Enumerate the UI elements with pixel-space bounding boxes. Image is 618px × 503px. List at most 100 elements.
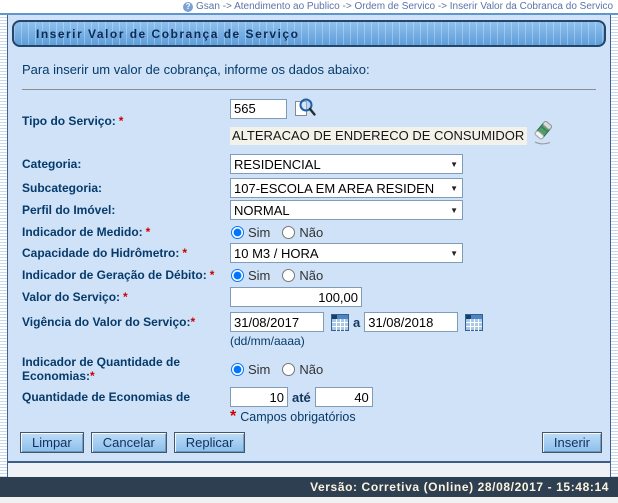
valor-servico-row: Valor do Serviço:* [22, 287, 610, 307]
indicador-medido-sim-label[interactable]: Sim [248, 225, 270, 240]
help-icon[interactable]: ? [183, 2, 193, 12]
categoria-label-text: Categoria: [22, 157, 81, 171]
indicador-geracao-debito-nao-label[interactable]: Não [299, 268, 323, 283]
valor-servico-label-text: Valor do Serviço: [22, 290, 120, 304]
subcategoria-select-value: 107-ESCOLA EM AREA RESIDEN [234, 181, 446, 196]
capacidade-hidrometro-row: Capacidade do Hidrômetro:* 10 M3 / HORA … [22, 243, 610, 263]
indicador-qtd-economias-label-text: Indicador de Quantidade de Economias: [22, 355, 180, 383]
breadcrumb-bar: ? Gsan -> Atendimento ao Publico -> Orde… [0, 0, 618, 13]
calendar-icon[interactable] [331, 314, 349, 331]
left-border-decoration [0, 15, 8, 477]
indicador-qtd-economias-nao-label[interactable]: Não [299, 362, 323, 377]
perfil-imovel-row: Perfil do Imóvel: NORMAL ▼ [22, 200, 610, 220]
vigencia-label-text: Vigência do Valor do Serviço: [22, 315, 191, 329]
page: ? Gsan -> Atendimento ao Publico -> Orde… [0, 0, 618, 503]
instructions-text: Para inserir um valor de cobrança, infor… [22, 62, 610, 77]
chevron-down-icon: ▼ [450, 249, 458, 258]
perfil-imovel-label: Perfil do Imóvel: [22, 203, 230, 217]
indicador-geracao-debito-sim-label[interactable]: Sim [248, 268, 270, 283]
economias-ate-input[interactable] [315, 387, 373, 407]
tipo-servico-fields: ALTERACAO DE ENDERECO DE CONSUMIDOR [230, 96, 555, 145]
required-asterisk: * [119, 114, 124, 128]
indicador-qtd-economias-sim-label[interactable]: Sim [248, 362, 270, 377]
tipo-servico-description: ALTERACAO DE ENDERECO DE CONSUMIDOR [230, 127, 527, 145]
qty-range-separator: até [292, 390, 311, 405]
required-asterisk: * [146, 225, 151, 239]
indicador-geracao-debito-nao-radio[interactable] [282, 269, 295, 282]
categoria-select-value: RESIDENCIAL [234, 157, 446, 172]
limpar-button[interactable]: Limpar [20, 432, 84, 453]
perfil-imovel-select-value: NORMAL [234, 203, 446, 218]
button-row: Limpar Cancelar Replicar Inserir [20, 432, 602, 453]
indicador-medido-nao-label[interactable]: Não [299, 225, 323, 240]
indicador-qtd-economias-sim-radio[interactable] [231, 363, 244, 376]
categoria-row: Categoria: RESIDENCIAL ▼ [22, 154, 610, 174]
indicador-geracao-debito-label: Indicador de Geração de Débito:* [22, 268, 230, 282]
indicador-medido-nao-radio[interactable] [282, 226, 295, 239]
indicador-medido-row: Indicador de Medido:* Sim Não [22, 223, 610, 241]
quantidade-economias-label: Quantidade de Economias de [22, 390, 230, 404]
tipo-servico-label: Tipo do Serviço:* [22, 114, 230, 128]
subcategoria-label: Subcategoria: [22, 181, 230, 195]
date-range-separator: a [353, 315, 360, 330]
calendar-icon[interactable] [465, 314, 483, 331]
content-column: Inserir Valor de Cobrança de Serviço Par… [8, 15, 610, 477]
eraser-icon[interactable] [530, 119, 555, 145]
tipo-servico-row: Tipo do Serviço:* [22, 96, 610, 145]
capacidade-hidrometro-label-text: Capacidade do Hidrômetro: [22, 246, 179, 260]
vigencia-inicio-input[interactable] [230, 312, 324, 332]
indicador-qtd-economias-label: Indicador de Quantidade de Economias:* [22, 355, 230, 383]
perfil-imovel-select[interactable]: NORMAL ▼ [230, 200, 463, 220]
required-asterisk: * [210, 268, 215, 282]
separator [22, 89, 596, 90]
quantidade-economias-label-text: Quantidade de Economias de [22, 390, 190, 404]
vigencia-row: Vigência do Valor do Serviço:* [22, 312, 610, 332]
required-note-row: * Campos obrigatórios [22, 410, 610, 424]
categoria-select[interactable]: RESIDENCIAL ▼ [230, 154, 463, 174]
page-bottom-margin [0, 497, 618, 503]
capacidade-hidrometro-label: Capacidade do Hidrômetro:* [22, 246, 230, 260]
form-panel: Inserir Valor de Cobrança de Serviço Par… [8, 15, 610, 463]
indicador-geracao-debito-row: Indicador de Geração de Débito:* Sim Não [22, 266, 610, 284]
required-asterisk: * [230, 408, 236, 426]
required-note: Campos obrigatórios [240, 410, 355, 424]
version-text: Versão: Corretiva (Online) 28/08/2017 - … [310, 480, 609, 494]
valor-servico-input[interactable] [230, 287, 362, 307]
tipo-servico-code-input[interactable] [230, 99, 287, 119]
indicador-qtd-economias-nao-radio[interactable] [282, 363, 295, 376]
cancelar-button[interactable]: Cancelar [91, 432, 167, 453]
capacidade-hidrometro-select-value: 10 M3 / HORA [234, 246, 446, 261]
replicar-button[interactable]: Replicar [174, 432, 246, 453]
bottom-gap [8, 463, 610, 477]
quantidade-economias-row: Quantidade de Economias de até [22, 387, 610, 407]
categoria-label: Categoria: [22, 157, 230, 171]
capacidade-hidrometro-select[interactable]: 10 M3 / HORA ▼ [230, 243, 463, 263]
economias-de-input[interactable] [230, 387, 288, 407]
vigencia-label: Vigência do Valor do Serviço:* [22, 315, 230, 329]
right-border-decoration [610, 15, 618, 477]
inserir-button[interactable]: Inserir [542, 432, 602, 453]
indicador-medido-sim-radio[interactable] [231, 226, 244, 239]
page-title-text: Inserir Valor de Cobrança de Serviço [36, 27, 299, 41]
required-asterisk: * [191, 315, 196, 329]
perfil-imovel-label-text: Perfil do Imóvel: [22, 203, 115, 217]
indicador-geracao-debito-sim-radio[interactable] [231, 269, 244, 282]
chevron-down-icon: ▼ [450, 184, 458, 193]
date-format-hint-row: (dd/mm/aaaa) [22, 334, 610, 348]
required-asterisk: * [90, 369, 95, 383]
chevron-down-icon: ▼ [450, 206, 458, 215]
subcategoria-label-text: Subcategoria: [22, 181, 102, 195]
indicador-qtd-economias-row: Indicador de Quantidade de Economias:* S… [22, 353, 610, 385]
subcategoria-select[interactable]: 107-ESCOLA EM AREA RESIDEN ▼ [230, 178, 463, 198]
content-frame: Inserir Valor de Cobrança de Serviço Par… [0, 15, 618, 477]
vigencia-fim-input[interactable] [364, 312, 458, 332]
tipo-servico-label-text: Tipo do Serviço: [22, 114, 116, 128]
indicador-geracao-debito-label-text: Indicador de Geração de Débito: [22, 268, 207, 282]
breadcrumb: Gsan -> Atendimento ao Publico -> Ordem … [196, 1, 613, 12]
search-icon[interactable] [293, 96, 317, 121]
indicador-medido-label: Indicador de Medido:* [22, 225, 230, 239]
required-asterisk: * [123, 290, 128, 304]
form: Tipo do Serviço:* [22, 96, 610, 424]
valor-servico-label: Valor do Serviço:* [22, 290, 230, 304]
page-title: Inserir Valor de Cobrança de Serviço [12, 20, 606, 47]
